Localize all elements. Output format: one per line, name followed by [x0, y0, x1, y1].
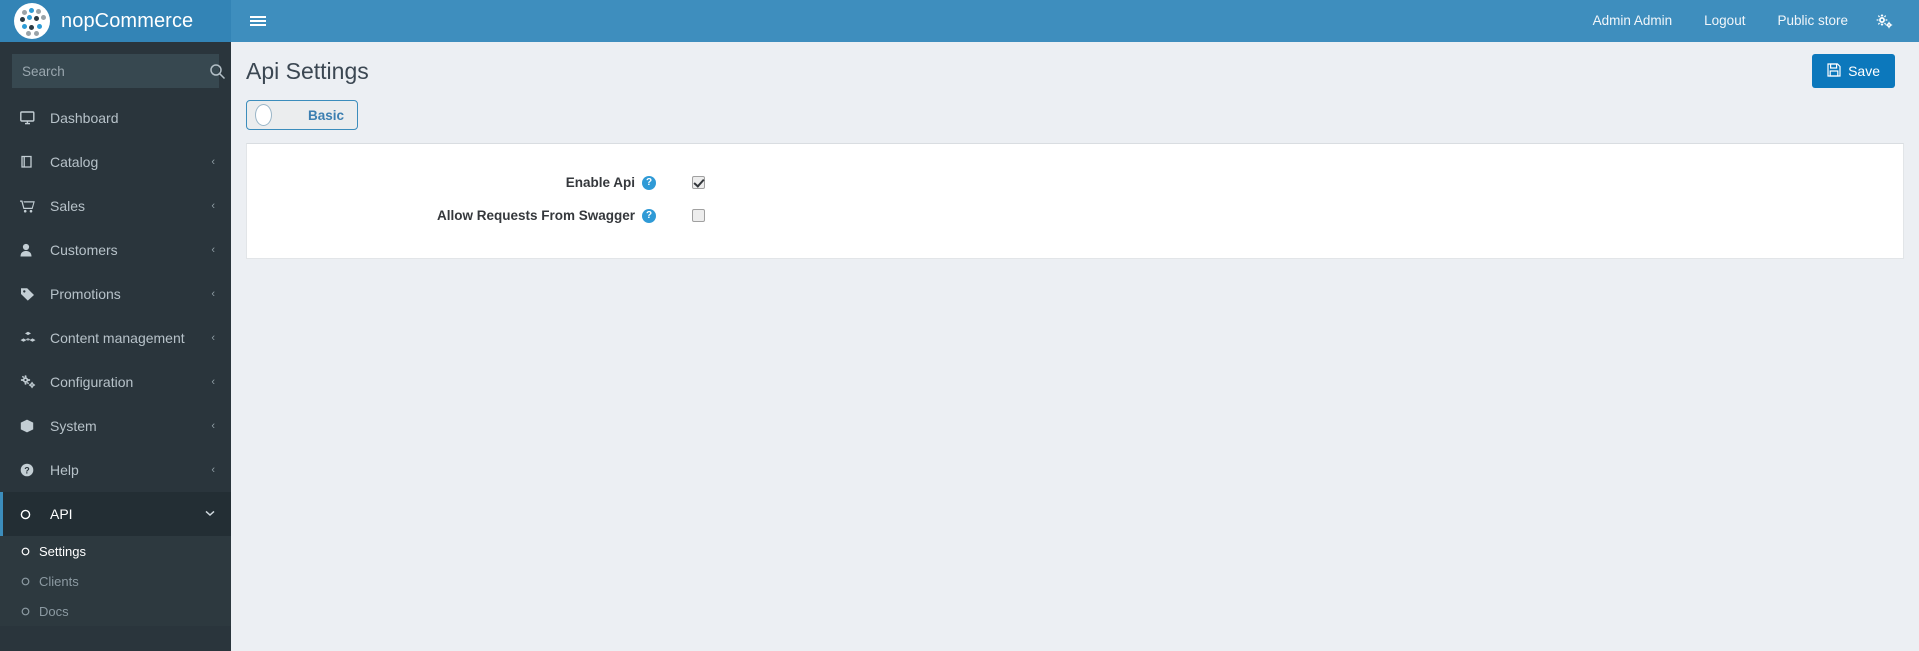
sidebar-item-help[interactable]: ? Help ‹: [0, 448, 231, 492]
sidebar-subitem-label: Docs: [39, 603, 69, 619]
sidebar-item-label: Configuration: [50, 374, 134, 390]
chevron-left-icon: ‹: [211, 332, 215, 344]
field-label-allow-swagger: Allow Requests From Swagger: [436, 208, 635, 223]
circle-o-icon: [21, 577, 39, 586]
circle-o-icon: [21, 607, 39, 616]
circle-o-icon: [21, 547, 39, 556]
cube-icon: [20, 419, 42, 433]
settings-gear-button[interactable]: [1864, 14, 1909, 29]
field-control-group: [692, 176, 705, 189]
sidebar-item-label: System: [50, 418, 97, 434]
monitor-icon: [20, 111, 42, 125]
chevron-left-icon: ‹: [211, 464, 215, 476]
sidebar-search[interactable]: [12, 54, 226, 88]
question-mark-icon[interactable]: ?: [642, 175, 656, 190]
tab-bar: Basic: [231, 100, 1919, 130]
search-icon: [210, 63, 226, 79]
sidebar-item-label: Promotions: [50, 286, 121, 302]
settings-panel: Enable Api ? Allow Requests From Swagger…: [246, 143, 1904, 259]
cogs-icon: [20, 375, 42, 389]
sidebar-subitem-label: Settings: [39, 543, 86, 559]
chevron-left-icon: ‹: [211, 420, 215, 432]
hamburger-icon: [250, 14, 266, 28]
topbar-right-links: Admin Admin Logout Public store: [1577, 0, 1919, 42]
chevron-left-icon: ‹: [211, 288, 215, 300]
chevron-left-icon: ‹: [211, 244, 215, 256]
field-label-group: Enable Api ?: [247, 175, 656, 190]
chevron-left-icon: ‹: [211, 376, 215, 388]
sidebar-item-label: Customers: [50, 242, 118, 258]
enable-api-checkbox[interactable]: [692, 176, 705, 189]
sidebar-navigation: Dashboard Catalog ‹ Sales ‹ Customers: [0, 42, 231, 651]
sidebar-toggle-button[interactable]: [231, 0, 285, 42]
form-row-allow-swagger: Allow Requests From Swagger ?: [247, 199, 1903, 232]
svg-text:?: ?: [24, 465, 30, 475]
chevron-down-icon: [205, 508, 215, 520]
sidebar-item-configuration[interactable]: Configuration ‹: [0, 360, 231, 404]
chevron-left-icon: ‹: [211, 200, 215, 212]
question-mark-icon[interactable]: ?: [642, 208, 656, 223]
sidebar-item-promotions[interactable]: Promotions ‹: [0, 272, 231, 316]
sidebar-item-label: Dashboard: [50, 110, 119, 126]
sidebar-item-docs[interactable]: Docs: [0, 596, 231, 626]
sidebar-item-customers[interactable]: Customers ‹: [0, 228, 231, 272]
sidebar-item-label: API: [50, 506, 73, 522]
sidebar-item-settings[interactable]: Settings: [0, 536, 231, 566]
tab-circle-icon: [255, 104, 272, 126]
nopcommerce-logo-icon: [14, 3, 50, 39]
sidebar-item-content-management[interactable]: Content management ‹: [0, 316, 231, 360]
tab-basic-label: Basic: [307, 107, 344, 123]
public-store-link[interactable]: Public store: [1761, 0, 1864, 42]
field-control-group: [692, 209, 705, 222]
sidebar-item-label: Sales: [50, 198, 86, 214]
save-button[interactable]: Save: [1812, 54, 1895, 88]
sidebar-item-catalog[interactable]: Catalog ‹: [0, 140, 231, 184]
book-icon: [20, 155, 42, 169]
search-button[interactable]: [209, 54, 226, 88]
user-icon: [20, 243, 42, 257]
sidebar-item-system[interactable]: System ‹: [0, 404, 231, 448]
sidebar-item-label: Content management: [50, 330, 185, 346]
floppy-save-icon: [1827, 62, 1841, 80]
save-button-label: Save: [1848, 63, 1880, 79]
tag-icon: [20, 287, 42, 301]
top-header-bar: nopCommerce Admin Admin Logout Public st…: [0, 0, 1919, 42]
allow-swagger-checkbox[interactable]: [692, 209, 705, 222]
sidebar-item-label: Catalog: [50, 154, 99, 170]
field-label-group: Allow Requests From Swagger ?: [247, 208, 656, 223]
question-circle-icon: ?: [20, 463, 42, 477]
search-input[interactable]: [12, 63, 209, 79]
sidebar-subitem-label: Clients: [39, 573, 79, 589]
page-header: Api Settings Save: [231, 42, 1919, 100]
sidebar-item-dashboard[interactable]: Dashboard: [0, 96, 231, 140]
sidebar-item-label: Help: [50, 462, 79, 478]
gear-icon: [1876, 14, 1893, 28]
admin-user-link[interactable]: Admin Admin: [1577, 0, 1689, 42]
sidebar-submenu-api: Settings Clients Docs: [0, 536, 231, 626]
page-title: Api Settings: [246, 57, 369, 84]
sidebar-item-api[interactable]: API: [0, 492, 231, 536]
logout-link[interactable]: Logout: [1688, 0, 1761, 42]
field-label-enable-api: Enable Api: [565, 175, 635, 190]
sidebar-item-sales[interactable]: Sales ‹: [0, 184, 231, 228]
form-row-enable-api: Enable Api ?: [247, 166, 1903, 199]
cart-icon: [20, 199, 42, 213]
brand-area[interactable]: nopCommerce: [0, 0, 231, 42]
brand-title: nopCommerce: [61, 9, 194, 32]
sidebar-item-clients[interactable]: Clients: [0, 566, 231, 596]
cubes-icon: [20, 331, 42, 345]
tab-basic[interactable]: Basic: [246, 100, 358, 130]
chevron-left-icon: ‹: [211, 156, 215, 168]
main-content-area: Api Settings Save Basic Enable Api ? All…: [231, 42, 1919, 651]
circle-o-icon: [20, 509, 42, 520]
